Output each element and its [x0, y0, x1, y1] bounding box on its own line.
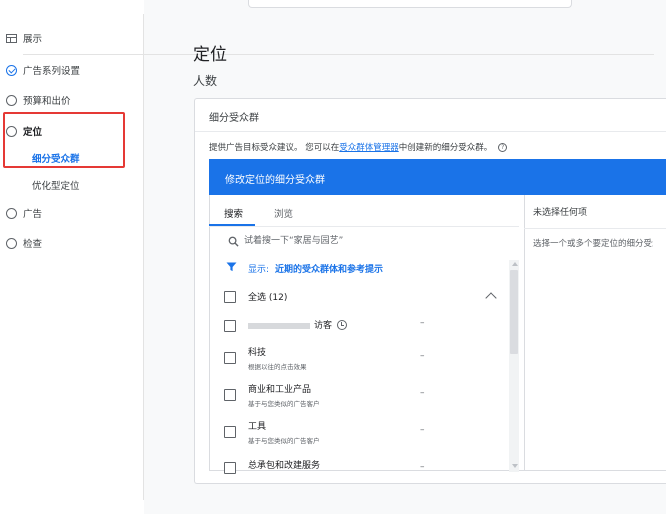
sidebar-item-label: 检查: [23, 239, 43, 250]
list-item-subtitle: 基于与您类似的广告客户: [248, 400, 320, 408]
sidebar-item-ads[interactable]: 广告: [0, 199, 143, 227]
tabs-divider: [209, 226, 519, 227]
list-item-title-text: 访客: [314, 321, 333, 331]
top-field[interactable]: [248, 0, 572, 8]
row-checkbox[interactable]: [224, 426, 236, 438]
circle-icon: [6, 238, 17, 249]
list-item-title: 总承包和改建服务: [248, 461, 321, 471]
row-checkbox[interactable]: [224, 320, 236, 332]
list-item-value: –: [420, 351, 425, 361]
row-checkbox[interactable]: [224, 389, 236, 401]
list-item-value: –: [420, 318, 425, 328]
sidebar-item-overview[interactable]: 展示: [0, 24, 143, 52]
search-input[interactable]: [244, 232, 504, 250]
card-divider: [195, 131, 666, 132]
filter-display[interactable]: 显示: 近期的受众群体和参考提示: [248, 262, 383, 275]
scroll-up-icon[interactable]: [512, 262, 518, 266]
sidebar-item-label: 优化型定位: [32, 181, 80, 192]
sidebar-item-label: 广告: [23, 209, 43, 220]
sidebar-divider: [23, 54, 654, 55]
sidebar-item-campaign-settings[interactable]: 广告系列设置: [0, 56, 143, 84]
check-circle-icon: [6, 65, 17, 76]
list-item-title: 科技: [248, 348, 267, 358]
list-item-title: 访客: [248, 318, 332, 331]
select-all-checkbox[interactable]: [224, 291, 236, 303]
list-item-subtitle: 基于与您类似的广告客户: [248, 437, 320, 445]
clock-icon: [337, 320, 347, 330]
overview-icon: [6, 34, 17, 43]
circle-icon: [6, 95, 17, 106]
tab-search[interactable]: 搜索: [224, 206, 243, 220]
audience-manager-link[interactable]: 受众群体管理器: [339, 143, 399, 153]
sidebar-item-label: 预算和出价: [23, 96, 71, 107]
filter-value: 近期的受众群体和参考提示: [275, 265, 384, 275]
scroll-down-icon[interactable]: [512, 464, 518, 468]
list-item-title: 工具: [248, 422, 267, 432]
row-checkbox[interactable]: [224, 462, 236, 474]
page-subtitle: 人数: [193, 74, 218, 88]
edit-segments-title: 修改定位的细分受众群: [225, 175, 325, 186]
highlight-annotation: [3, 112, 125, 168]
selected-panel-divider: [524, 228, 666, 229]
sidebar-item-label: 展示: [23, 34, 43, 45]
filter-label: 显示:: [248, 265, 270, 275]
circle-icon: [6, 208, 17, 219]
sidebar-item-optimized-targeting[interactable]: 优化型定位: [0, 171, 143, 199]
help-icon[interactable]: ?: [498, 143, 508, 152]
list-item-title: 商业和工业产品: [248, 385, 312, 395]
search-icon: [228, 236, 239, 247]
redacted-text: [248, 322, 310, 329]
list-item-value: –: [420, 462, 425, 472]
list-item-value: –: [420, 388, 425, 398]
scrollbar-thumb[interactable]: [510, 270, 518, 354]
card-description-suffix: 中创建新的细分受众群。: [398, 143, 493, 153]
sidebar-item-review[interactable]: 检查: [0, 229, 143, 257]
row-checkbox[interactable]: [224, 352, 236, 364]
sidebar-item-budget-bidding[interactable]: 预算和出价: [0, 86, 143, 114]
card-description-prefix: 提供广告目标受众建议。 您可以在: [209, 143, 340, 153]
selected-panel-title: 未选择任何项: [533, 208, 588, 218]
select-all-label: 全选 (12): [248, 293, 288, 303]
card-description: 提供广告目标受众建议。 您可以在受众群体管理器中创建新的细分受众群。?: [209, 141, 508, 153]
filter-icon: [226, 262, 237, 272]
page-title: 定位: [193, 45, 227, 65]
list-item-subtitle: 根据以往的点击效果: [248, 363, 307, 371]
tab-browse[interactable]: 浏览: [274, 206, 293, 220]
list-item-value: –: [420, 425, 425, 435]
sidebar-item-label: 广告系列设置: [23, 66, 81, 77]
edit-segments-header: 修改定位的细分受众群: [209, 159, 666, 195]
selected-panel-hint: 选择一个或多个要定位的细分受众群: [533, 239, 653, 249]
card-header: 细分受众群: [209, 113, 259, 124]
